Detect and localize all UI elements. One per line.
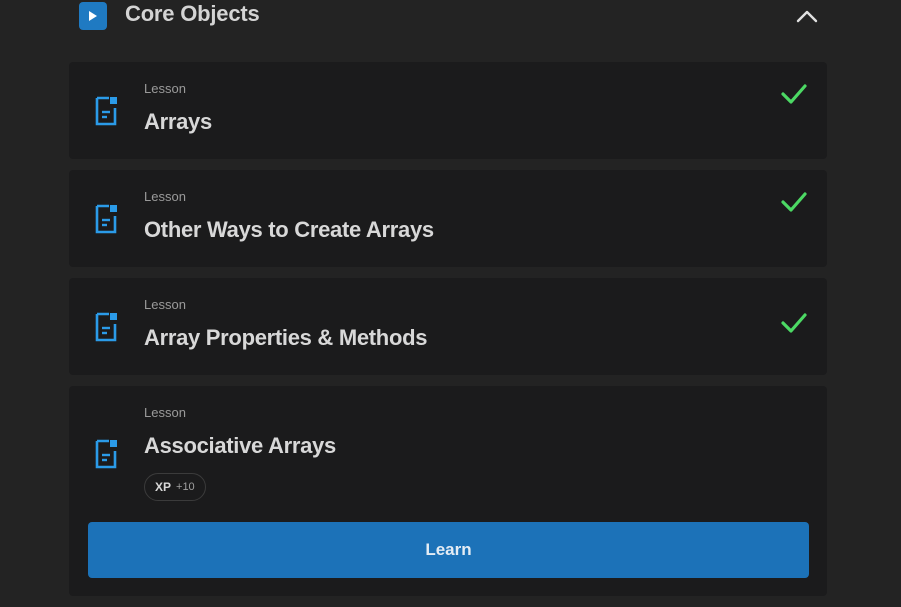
lesson-document-icon bbox=[94, 438, 120, 475]
lesson-document-icon bbox=[94, 95, 120, 132]
section-title: Core Objects bbox=[125, 1, 260, 26]
lesson-kind: Lesson bbox=[144, 81, 186, 96]
lesson-card-current[interactable]: Lesson Associative Arrays XP +10 Learn bbox=[69, 386, 827, 596]
lesson-document-icon bbox=[94, 311, 120, 348]
chevron-up-icon[interactable] bbox=[795, 6, 819, 26]
lesson-document-icon bbox=[94, 203, 120, 240]
xp-label: XP bbox=[155, 480, 172, 494]
lesson-kind: Lesson bbox=[144, 297, 186, 312]
lesson-title: Arrays bbox=[144, 109, 212, 134]
lesson-kind: Lesson bbox=[144, 405, 186, 420]
section-header[interactable]: Core Objects bbox=[79, 0, 827, 34]
play-icon bbox=[79, 2, 107, 30]
lesson-card[interactable]: Lesson Arrays bbox=[69, 62, 827, 159]
lesson-title: Associative Arrays bbox=[144, 433, 336, 458]
lesson-card[interactable]: Lesson Other Ways to Create Arrays bbox=[69, 170, 827, 267]
lesson-title: Array Properties & Methods bbox=[144, 325, 428, 350]
check-icon bbox=[781, 191, 807, 218]
xp-value: +10 bbox=[176, 481, 195, 493]
check-icon bbox=[781, 83, 807, 110]
lesson-title: Other Ways to Create Arrays bbox=[144, 217, 434, 242]
xp-badge: XP +10 bbox=[144, 473, 206, 501]
lesson-kind: Lesson bbox=[144, 189, 186, 204]
lesson-card[interactable]: Lesson Array Properties & Methods bbox=[69, 278, 827, 375]
check-icon bbox=[781, 312, 807, 339]
learn-button[interactable]: Learn bbox=[88, 522, 809, 578]
